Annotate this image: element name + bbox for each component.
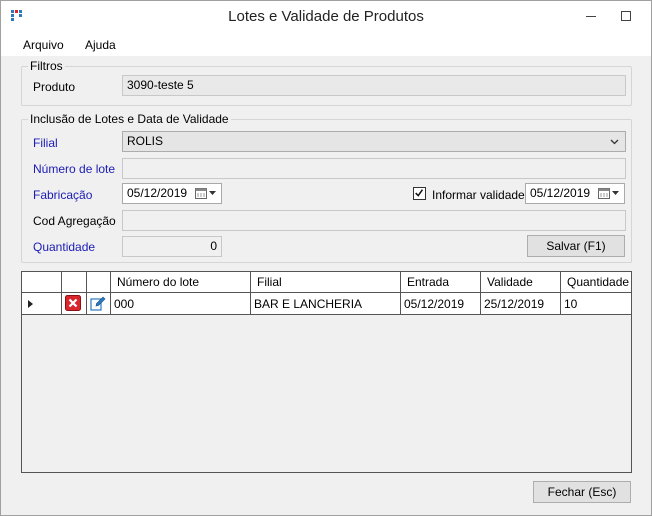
salvar-button[interactable]: Salvar (F1) xyxy=(527,235,625,257)
minimize-icon xyxy=(586,16,596,17)
table-row[interactable]: 000 BAR E LANCHERIA 05/12/2019 25/12/201… xyxy=(22,293,631,315)
chevron-down-icon[interactable] xyxy=(209,191,216,195)
row-selector[interactable] xyxy=(22,293,62,314)
produto-label: Produto xyxy=(33,80,76,94)
edit-icon[interactable] xyxy=(90,295,106,311)
maximize-icon xyxy=(621,11,631,21)
calendar-icon[interactable] xyxy=(195,187,207,199)
calendar-icon[interactable] xyxy=(598,187,610,199)
grid-header-selector xyxy=(22,272,62,292)
fechar-button[interactable]: Fechar (Esc) xyxy=(533,481,631,503)
chevron-down-icon[interactable] xyxy=(612,191,619,195)
title-bar: Lotes e Validade de Produtos xyxy=(1,1,651,32)
main-window: Lotes e Validade de Produtos Arquivo Aju… xyxy=(0,0,652,516)
grid-header: Número do lote Filial Entrada Validade Q… xyxy=(22,272,631,293)
row-pointer-icon xyxy=(28,300,33,308)
informar-validade-label[interactable]: Informar validade xyxy=(432,188,525,202)
filial-label: Filial xyxy=(33,136,58,150)
delete-icon[interactable] xyxy=(65,295,81,311)
produto-field[interactable]: 3090-teste 5 xyxy=(122,75,626,96)
grid-header-edit xyxy=(87,272,111,292)
cell-entrada[interactable]: 05/12/2019 xyxy=(401,293,481,314)
grid-header-delete xyxy=(62,272,87,292)
column-header-numero-lote[interactable]: Número do lote xyxy=(111,272,251,292)
cod-agregacao-input[interactable] xyxy=(122,210,626,231)
column-header-filial[interactable]: Filial xyxy=(251,272,401,292)
validade-date-value: 05/12/2019 xyxy=(530,186,591,200)
filial-select[interactable]: ROLIS xyxy=(122,131,626,152)
numero-lote-label: Número de lote xyxy=(33,162,116,176)
row-edit-cell[interactable] xyxy=(87,293,111,314)
row-delete-cell[interactable] xyxy=(62,293,87,314)
fabricacao-date-value: 05/12/2019 xyxy=(127,186,188,200)
chevron-down-icon xyxy=(610,139,619,145)
cell-quantidade[interactable]: 10 xyxy=(561,293,631,314)
quantidade-input[interactable]: 0 xyxy=(122,236,222,257)
minimize-button[interactable] xyxy=(576,1,606,32)
menu-arquivo[interactable]: Arquivo xyxy=(23,38,64,52)
cell-validade[interactable]: 25/12/2019 xyxy=(481,293,561,314)
column-header-entrada[interactable]: Entrada xyxy=(401,272,481,292)
cod-agregacao-label: Cod Agregação xyxy=(33,214,116,228)
checkmark-icon xyxy=(415,189,424,197)
cell-numero-lote[interactable]: 000 xyxy=(111,293,251,314)
quantidade-label: Quantidade xyxy=(33,240,96,254)
window-title: Lotes e Validade de Produtos xyxy=(228,8,424,25)
inclusao-group-title: Inclusão de Lotes e Data de Validade xyxy=(28,112,231,126)
numero-lote-input[interactable] xyxy=(122,158,626,179)
column-header-validade[interactable]: Validade xyxy=(481,272,561,292)
column-header-quantidade[interactable]: Quantidade xyxy=(561,272,631,292)
fabricacao-date-picker[interactable]: 05/12/2019 xyxy=(122,183,222,204)
maximize-button[interactable] xyxy=(611,1,641,32)
cell-filial[interactable]: BAR E LANCHERIA xyxy=(251,293,401,314)
menu-bar: Arquivo Ajuda xyxy=(1,32,651,56)
lotes-grid: Número do lote Filial Entrada Validade Q… xyxy=(21,271,632,473)
filial-select-value: ROLIS xyxy=(127,134,164,148)
fabricacao-label: Fabricação xyxy=(33,188,93,202)
validade-date-picker[interactable]: 05/12/2019 xyxy=(525,183,625,204)
menu-ajuda[interactable]: Ajuda xyxy=(85,38,116,52)
filtros-group-title: Filtros xyxy=(28,59,65,73)
informar-validade-checkbox[interactable] xyxy=(413,187,426,200)
